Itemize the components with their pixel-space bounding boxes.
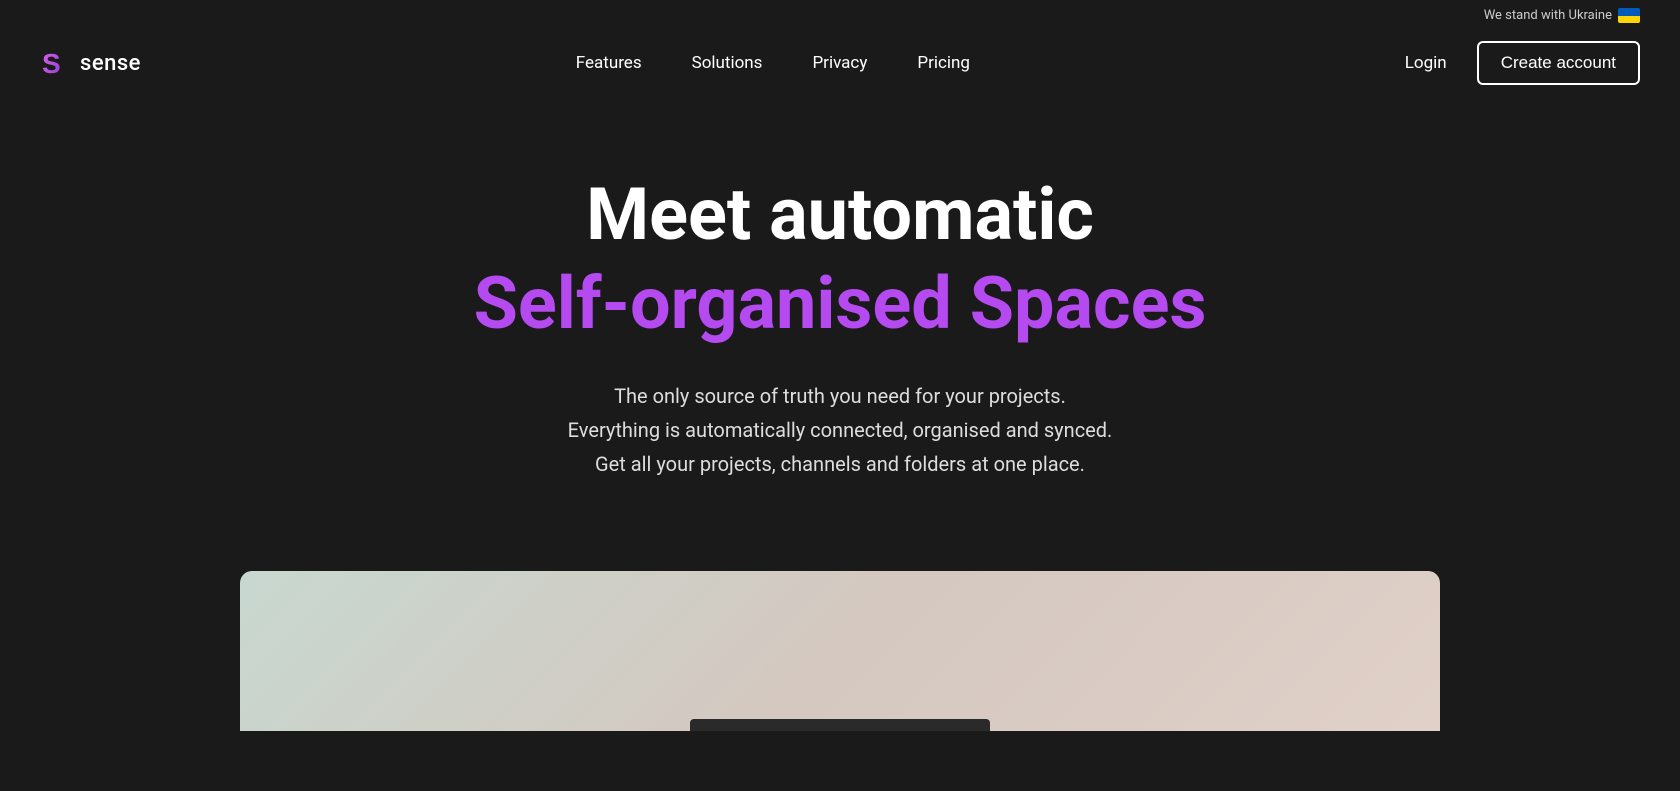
nav-link-privacy[interactable]: Privacy — [812, 53, 867, 73]
hero-title-line2: Self-organised Spaces — [474, 264, 1207, 343]
preview-bottom-bar — [690, 719, 990, 731]
hero-description-line3: Get all your projects, channels and fold… — [568, 447, 1113, 481]
ukraine-banner: We stand with Ukraine — [1484, 8, 1640, 23]
hero-description-line2: Everything is automatically connected, o… — [568, 413, 1113, 447]
top-banner: We stand with Ukraine — [0, 0, 1680, 31]
logo-icon: S — [40, 47, 72, 79]
nav-links: Features Solutions Privacy Pricing — [576, 53, 970, 73]
hero-description-line1: The only source of truth you need for yo… — [568, 379, 1113, 413]
nav-link-solutions[interactable]: Solutions — [692, 53, 763, 73]
ukraine-text-label: We stand with Ukraine — [1484, 8, 1612, 23]
main-nav: S sense Features Solutions Privacy Prici… — [0, 31, 1680, 95]
logo-text: sense — [80, 51, 141, 76]
hero-section: Meet automatic Self-organised Spaces The… — [0, 95, 1680, 531]
app-preview — [240, 571, 1440, 731]
hero-description: The only source of truth you need for yo… — [568, 379, 1113, 481]
login-link[interactable]: Login — [1405, 53, 1447, 73]
logo-link[interactable]: S sense — [40, 47, 141, 79]
svg-text:S: S — [42, 48, 61, 79]
hero-title-line1: Meet automatic — [586, 175, 1094, 254]
nav-link-pricing[interactable]: Pricing — [917, 53, 970, 73]
nav-actions: Login Create account — [1405, 41, 1640, 85]
ukraine-flag-icon — [1618, 8, 1640, 23]
nav-link-features[interactable]: Features — [576, 53, 642, 73]
create-account-button[interactable]: Create account — [1477, 41, 1640, 85]
